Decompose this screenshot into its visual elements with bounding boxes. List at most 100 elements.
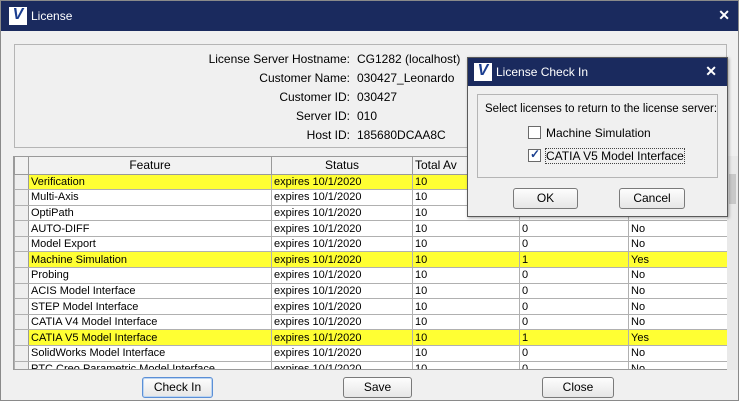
cell-feature: CATIA V5 Model Interface [28,329,272,347]
table-row[interactable]: CATIA V4 Model Interface expires 10/1/202… [14,313,736,331]
app-logo-icon: V [9,6,27,25]
table-row[interactable]: PTC Creo Parametric Model Interface expir… [14,360,736,369]
cell-col5: No [628,282,736,300]
cell-total: 10 [412,345,520,362]
row-header-cell[interactable] [14,313,29,331]
info-label: Customer Name: [259,71,350,85]
cell-col4: 1 [519,251,629,269]
cell-col4: 1 [519,329,629,347]
cell-status: expires 10/1/2020 [271,267,413,284]
cell-col4: 0 [519,313,629,331]
dialog-prompt: Select licenses to return to the license… [485,103,718,115]
cell-col4: 0 [519,220,629,237]
table-row[interactable]: Model Export expires 10/1/2020 10 0 No [14,235,736,253]
info-value: 185680DCAA8C [357,128,446,142]
row-header-cell[interactable] [14,204,29,222]
cell-col4: 0 [519,345,629,362]
check-in-button[interactable]: Check In [142,377,213,398]
vertical-scrollbar[interactable] [727,156,738,370]
dialog-close-icon[interactable]: ✕ [705,63,717,80]
info-value: CG1282 (localhost) [357,52,461,66]
cell-col5: No [628,220,736,237]
table-row[interactable]: Machine Simulation expires 10/1/2020 10 1 Ye… [14,251,736,269]
row-header-cell[interactable] [14,220,29,237]
cell-col4: 0 [519,298,629,315]
dialog-title: License Check In [496,65,589,79]
cell-feature: CATIA V4 Model Interface [28,313,272,331]
row-header-cell[interactable] [14,282,29,300]
column-header-feature[interactable]: Feature [28,157,272,175]
cell-status: expires 10/1/2020 [271,329,413,347]
cell-status: expires 10/1/2020 [271,204,413,222]
cell-status: expires 10/1/2020 [271,173,413,191]
cell-col5: Yes [628,251,736,269]
close-button[interactable]: Close [542,377,614,398]
column-header-status[interactable]: Status [271,157,413,175]
check-mark-icon: ✓ [530,147,541,161]
info-value: 030427 [357,90,398,104]
cell-feature: Model Export [28,235,272,253]
row-header-cell[interactable] [14,251,29,269]
save-button[interactable]: Save [343,377,412,398]
info-label: Server ID: [295,109,350,123]
app-logo-icon: V [474,62,492,81]
table-row[interactable]: STEP Model Interface expires 10/1/2020 10 0… [14,298,736,315]
cell-col5: Yes [628,329,736,347]
cell-status: expires 10/1/2020 [271,313,413,331]
dialog-title-bar[interactable]: V License Check In ✕ [468,58,727,86]
cell-feature: STEP Model Interface [28,298,272,315]
title-bar[interactable]: V License ✕ [1,1,738,31]
cell-total: 10 [412,313,520,331]
cell-feature: PTC Creo Parametric Model Interface [28,360,272,369]
logo-letter: V [12,6,24,23]
row-header-cell[interactable] [14,189,29,206]
row-header-cell[interactable] [14,298,29,315]
cell-status: expires 10/1/2020 [271,282,413,300]
table-row[interactable]: AUTO-DIFF expires 10/1/2020 10 0 No [14,220,736,237]
cell-col4: 0 [519,360,629,369]
cell-total: 10 [412,329,520,347]
table-row[interactable]: Probing expires 10/1/2020 10 0 No [14,267,736,284]
row-header-cell[interactable] [14,235,29,253]
checkin-options-group: Select licenses to return to the license… [477,94,718,178]
cancel-button[interactable]: Cancel [619,188,685,209]
cell-feature: AUTO-DIFF [28,220,272,237]
scrollbar-thumb[interactable] [729,174,736,204]
cell-total: 10 [412,235,520,253]
cell-status: expires 10/1/2020 [271,345,413,362]
cell-feature: OptiPath [28,204,272,222]
checkbox-label: Machine Simulation [546,126,651,140]
info-label: Customer ID: [279,90,350,104]
cell-total: 10 [412,220,520,237]
cell-col5: No [628,360,736,369]
cell-col4: 0 [519,282,629,300]
cell-status: expires 10/1/2020 [271,235,413,253]
window-title: License [31,9,73,23]
cell-total: 10 [412,251,520,269]
cell-col5: No [628,345,736,362]
checkbox-box[interactable] [528,126,541,139]
cell-feature: Verification [28,173,272,191]
info-value: 030427_Leonardo [357,71,455,85]
row-header-cell[interactable] [14,267,29,284]
row-header-cell[interactable] [14,345,29,362]
table-row[interactable]: ACIS Model Interface expires 10/1/2020 10 0… [14,282,736,300]
checkbox-label: CATIA V5 Model Interface [545,148,685,164]
table-row[interactable]: SolidWorks Model Interface expires 10/1/2… [14,345,736,362]
cell-feature: SolidWorks Model Interface [28,345,272,362]
table-row[interactable]: CATIA V5 Model Interface expires 10/1/202… [14,329,736,347]
cell-feature: Probing [28,267,272,284]
cell-total: 10 [412,298,520,315]
close-icon[interactable]: ✕ [718,7,730,24]
row-header-cell[interactable] [14,173,29,191]
row-header-corner [14,157,29,175]
info-label: Host ID: [306,128,350,142]
cell-status: expires 10/1/2020 [271,251,413,269]
checkbox-box[interactable]: ✓ [528,147,541,162]
row-header-cell[interactable] [14,329,29,347]
cell-status: expires 10/1/2020 [271,220,413,237]
cell-col5: No [628,267,736,284]
row-header-cell[interactable] [14,360,29,369]
cell-col4: 0 [519,235,629,253]
ok-button[interactable]: OK [513,188,578,209]
